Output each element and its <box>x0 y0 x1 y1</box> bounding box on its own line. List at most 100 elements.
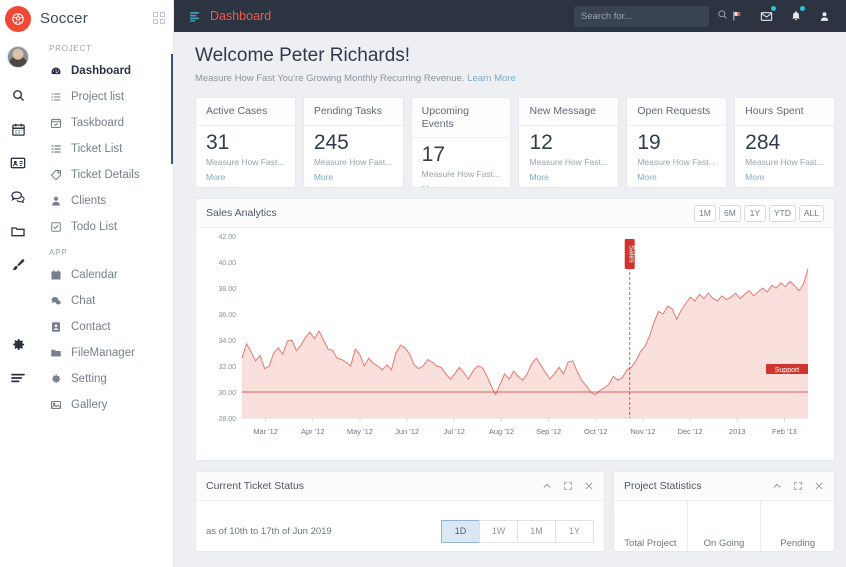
range-button-all[interactable]: ALL <box>798 204 824 222</box>
sidebar-item-chat[interactable]: Chat <box>36 288 173 314</box>
sidebar-item-ticket-list[interactable]: Ticket List <box>36 136 173 162</box>
folder-solid-icon <box>49 347 62 359</box>
svg-text:Sales: Sales <box>628 245 635 263</box>
envelope-icon[interactable] <box>760 5 776 23</box>
svg-text:Nov '12: Nov '12 <box>630 427 655 436</box>
sidebar-item-setting[interactable]: Setting <box>36 366 173 392</box>
grid-apps-icon[interactable] <box>153 12 165 24</box>
stat-card-desc: Measure How Fast... <box>313 157 393 168</box>
expand-icon[interactable] <box>563 481 573 491</box>
stat-card-more-link[interactable]: More <box>745 172 764 182</box>
sidebar-item-project-list[interactable]: Project list <box>36 84 173 110</box>
sales-analytics-chart[interactable]: 42.00 40.00 38.00 36.00 34.00 32.00 30.00 28.00… <box>196 228 834 460</box>
stat-card-desc: Measure How Fast... <box>529 157 608 168</box>
stat-card-title: Upcoming Events <box>411 98 511 138</box>
calendar-check-icon <box>49 117 62 129</box>
range-button-1m[interactable]: 1M <box>693 204 716 222</box>
project-stats-header: Project Statistics <box>614 472 834 501</box>
svg-text:Dec '12: Dec '12 <box>677 427 702 436</box>
close-icon[interactable] <box>584 481 594 491</box>
gear-icon[interactable] <box>3 329 33 359</box>
range-button-ytd[interactable]: YTD <box>768 204 796 222</box>
svg-text:Oct '12: Oct '12 <box>584 427 608 436</box>
svg-text:28.00: 28.00 <box>218 416 236 423</box>
sales-analytics-panel: Sales Analytics 1M 6M 1Y YTD ALL 42.00 40… <box>195 198 835 461</box>
gear-icon <box>49 373 62 385</box>
sidebar-item-clients[interactable]: Clients <box>36 188 173 214</box>
stat-card-pending-tasks: Pending Tasks 245 Measure How Fast... Mo… <box>302 97 404 188</box>
sidebar-item-label: Setting <box>71 373 107 385</box>
stat-card-more-link[interactable]: More <box>637 172 656 182</box>
panel-title: Sales Analytics <box>206 207 277 219</box>
ticket-panel-body: as of 10th to 17th of Jun 2019 1D 1W 1M … <box>196 501 604 551</box>
ticket-segment-1d[interactable]: 1D <box>441 519 480 543</box>
ticket-segment-1m[interactable]: 1M <box>517 519 556 543</box>
range-buttons: 1M 6M 1Y YTD ALL <box>693 204 824 222</box>
sidebar-item-label: Dashboard <box>71 65 132 77</box>
menu-lines-icon[interactable] <box>3 363 33 393</box>
collapse-icon[interactable] <box>772 481 782 491</box>
close-icon[interactable] <box>814 481 824 491</box>
range-button-6m[interactable]: 6M <box>718 204 741 222</box>
panel-controls <box>772 481 824 491</box>
bottom-panels-row: Current Ticket Status as of 10th to 17th… <box>195 471 835 552</box>
sidebar-item-label: FileManager <box>71 347 135 359</box>
stat-card-desc: Measure How Fast... <box>421 169 501 180</box>
calendar-icon[interactable] <box>3 114 33 144</box>
sidebar-item-label: Todo List <box>71 221 118 233</box>
search-box[interactable] <box>574 5 727 27</box>
avatar[interactable] <box>7 46 29 68</box>
stat-card-active-cases: Active Cases 31 Measure How Fast... More <box>195 97 296 188</box>
tag-icon <box>49 169 62 181</box>
brand: Soccer <box>36 0 173 36</box>
collapse-icon[interactable] <box>542 481 552 491</box>
svg-text:30.00: 30.00 <box>218 390 236 397</box>
chat-bubble-icon[interactable] <box>3 182 33 212</box>
sidebar-scrollbar[interactable] <box>171 54 173 164</box>
stat-card-value: 12 <box>529 131 553 154</box>
project-stats-body: Total Project On Going Pending <box>614 501 834 551</box>
sidebar-item-filemanager[interactable]: FileManager <box>36 340 173 366</box>
search-input[interactable] <box>581 10 713 22</box>
flag-icon[interactable] <box>731 10 743 22</box>
sidebar-item-todo-list[interactable]: Todo List <box>36 214 173 240</box>
main-area: Dashboard Welcome <box>174 0 846 567</box>
sidebar-item-dashboard[interactable]: Dashboard <box>36 58 173 84</box>
stat-card-more-link[interactable]: More <box>314 172 333 182</box>
speedometer-icon <box>49 65 62 77</box>
list-icon <box>49 91 62 103</box>
contact-card-icon[interactable] <box>3 148 33 178</box>
brush-icon[interactable] <box>3 250 33 280</box>
project-stats-col-ongoing: On Going <box>688 501 762 551</box>
bell-icon[interactable] <box>790 6 805 22</box>
stat-cards-row: Active Cases 31 Measure How Fast... More… <box>195 97 835 188</box>
ticket-segment-1y[interactable]: 1Y <box>555 519 594 543</box>
ticket-segment-1w[interactable]: 1W <box>479 519 518 543</box>
search-icon[interactable] <box>3 80 33 110</box>
project-stats-col-label: On Going <box>703 538 745 549</box>
icon-rail <box>0 0 36 567</box>
sidebar-item-calendar[interactable]: Calendar <box>36 262 173 288</box>
stat-card-more-link[interactable]: More <box>422 184 441 187</box>
folder-icon[interactable] <box>3 216 33 246</box>
stat-card-more-link[interactable]: More <box>206 172 225 182</box>
user-icon[interactable] <box>819 11 830 22</box>
search-icon[interactable] <box>717 7 728 25</box>
learn-more-link[interactable]: Learn More <box>467 73 516 84</box>
sidebar-item-taskboard[interactable]: Taskboard <box>36 110 173 136</box>
svg-text:38.00: 38.00 <box>218 286 236 293</box>
soccer-ball-icon[interactable] <box>5 6 31 32</box>
sidebar-item-contact[interactable]: Contact <box>36 314 173 340</box>
icon-rail-bottom <box>0 329 36 397</box>
stat-card-upcoming-events: Upcoming Events 17 Measure How Fast... M… <box>410 97 512 188</box>
sidebar-item-ticket-details[interactable]: Ticket Details <box>36 162 173 188</box>
range-button-1y[interactable]: 1Y <box>743 204 766 222</box>
document-lines-icon[interactable] <box>188 10 201 23</box>
welcome-subtitle: Measure How Fast You're Growing Monthly … <box>195 73 835 84</box>
ticket-as-of-text: as of 10th to 17th of Jun 2019 <box>206 525 332 537</box>
sidebar: Soccer PROJECT Dashboard Project list Ta… <box>36 0 174 567</box>
stat-card-more-link[interactable]: More <box>529 172 548 182</box>
svg-text:Apr '12: Apr '12 <box>301 427 325 436</box>
expand-icon[interactable] <box>793 481 803 491</box>
sidebar-item-gallery[interactable]: Gallery <box>36 392 173 418</box>
